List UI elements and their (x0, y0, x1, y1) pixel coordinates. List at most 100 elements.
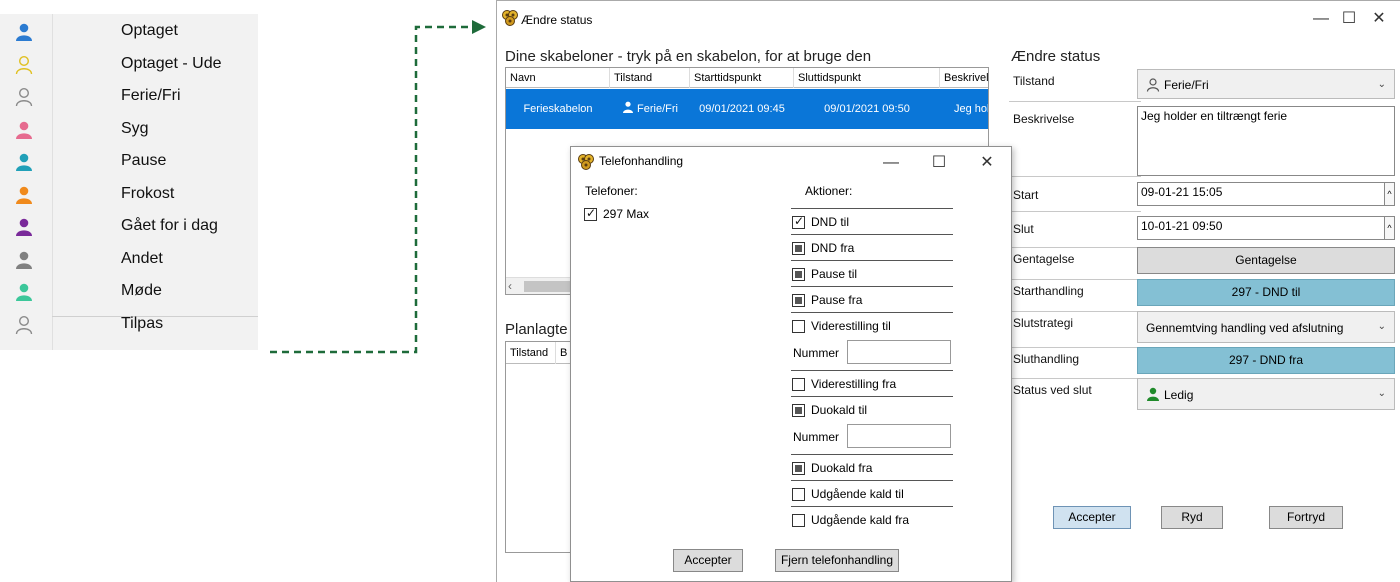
action-item[interactable]: Pause fra (791, 286, 953, 312)
phone-label: 297 Max (603, 207, 650, 221)
action-item[interactable]: Udgående kald til (791, 480, 953, 506)
column-header-tilstand[interactable]: Tilstand (610, 68, 690, 88)
menu-item-label: Tilpas (121, 314, 164, 332)
phone-item[interactable]: 297 Max (583, 206, 703, 224)
cancel-button[interactable]: Fortryd (1269, 506, 1343, 529)
menu-item[interactable]: Tilpas (0, 309, 258, 342)
action-checkbox[interactable] (792, 294, 805, 307)
action-item[interactable]: Pause til (791, 260, 953, 286)
scroll-left-icon[interactable]: ‹ (508, 278, 512, 294)
action-label: Duokald til (811, 403, 868, 417)
gentagelse-label: Gentagelse (1013, 252, 1075, 266)
clear-button[interactable]: Ryd (1161, 506, 1223, 529)
maximize-icon[interactable]: ☐ (923, 151, 955, 175)
minimize-icon[interactable]: — (875, 151, 907, 175)
action-item[interactable]: Viderestilling til (791, 312, 953, 338)
number-input[interactable] (847, 424, 951, 448)
close-icon[interactable]: ✕ (1363, 7, 1395, 31)
status-ved-slut-value: Ledig (1164, 388, 1194, 402)
action-item[interactable]: Viderestilling fra (791, 370, 953, 396)
column-header-sluttidspunkt[interactable]: Sluttidspunkt (794, 68, 940, 88)
action-checkbox[interactable] (792, 488, 805, 501)
menu-item[interactable]: Optaget (0, 16, 258, 49)
start-value: 09-01-21 15:05 (1141, 185, 1223, 199)
action-item[interactable]: DND fra (791, 234, 953, 260)
dialog-titlebar: Telefonhandling — ☐ ✕ (571, 147, 1011, 177)
cell-slut: 09/01/2021 09:50 (824, 103, 910, 115)
cell-tilstand-text: Ferie/Fri (637, 103, 678, 115)
action-item[interactable]: Udgående kald fra (791, 506, 953, 532)
menu-item-label: Frokost (121, 184, 175, 202)
action-checkbox[interactable] (792, 514, 805, 527)
menu-item[interactable]: Frokost (0, 179, 258, 212)
phone-checkbox[interactable] (584, 206, 597, 221)
action-item[interactable]: Duokald fra (791, 454, 953, 480)
starthandling-button[interactable]: 297 - DND til (1137, 279, 1395, 306)
number-input[interactable] (847, 340, 951, 364)
person-outline-icon (15, 315, 33, 334)
menu-item-label: Møde (121, 282, 162, 299)
phones-heading: Telefoner: (585, 184, 638, 198)
window-title: Ændre status (521, 13, 593, 27)
action-checkbox[interactable] (792, 462, 805, 475)
form-heading: Ændre status (1011, 48, 1101, 65)
person-icon (16, 251, 32, 269)
action-item[interactable]: DND til (791, 208, 953, 234)
action-item[interactable]: Duokald til (791, 396, 953, 422)
column-header-navn[interactable]: Navn (506, 68, 610, 88)
slut-label: Slut (1013, 222, 1034, 236)
app-logo-icon (502, 10, 518, 26)
gentagelse-button[interactable]: Gentagelse (1137, 247, 1395, 274)
close-icon[interactable]: ✕ (971, 151, 1003, 175)
cell-navn: Ferieskabelon (523, 103, 593, 115)
dialog-accept-button[interactable]: Accepter (673, 549, 743, 572)
accept-button[interactable]: Accepter (1053, 506, 1131, 529)
status-ved-slut-dropdown[interactable]: Ledig ⌄ (1137, 378, 1395, 410)
person-icon (16, 23, 32, 41)
chevron-down-icon: ⌄ (1377, 388, 1386, 399)
cell-tilstand: Ferie/Fri (610, 89, 690, 129)
remove-phone-action-button[interactable]: Fjern telefonhandling (775, 549, 899, 572)
menu-item[interactable]: Optaget - Ude (0, 49, 258, 82)
menu-item[interactable]: Pause (0, 146, 258, 179)
planned-heading: Planlagte (505, 321, 568, 338)
action-label: Pause til (811, 267, 858, 281)
column-header-beskrivelse[interactable]: Beskrivelse (940, 68, 988, 88)
status-menu: Optaget Optaget - Ude Ferie/Fri Syg Pause Fro… (0, 14, 258, 350)
action-checkbox[interactable] (792, 378, 805, 391)
action-label: Pause fra (811, 293, 863, 307)
form-separator (1009, 347, 1141, 348)
form-separator (1009, 101, 1141, 102)
spin-up-icon[interactable]: ^ (1384, 183, 1394, 205)
number-label: Nummer (793, 430, 840, 444)
person-icon (622, 101, 633, 113)
action-label: Viderestilling til (811, 319, 891, 333)
menu-item[interactable]: Møde (0, 276, 258, 309)
menu-item-label: Syg (121, 119, 149, 137)
column-header-tilstand[interactable]: Tilstand (506, 342, 556, 364)
action-label: Duokald fra (811, 461, 873, 475)
column-header-starttidspunkt[interactable]: Starttidspunkt (690, 68, 794, 88)
sluthandling-button[interactable]: 297 - DND fra (1137, 347, 1395, 374)
action-checkbox[interactable] (792, 320, 805, 333)
slut-field[interactable]: 10-01-21 09:50 ^ (1137, 216, 1395, 240)
start-field[interactable]: 09-01-21 15:05 ^ (1137, 182, 1395, 206)
action-checkbox[interactable] (792, 404, 805, 417)
tilstand-dropdown[interactable]: Ferie/Fri ⌄ (1137, 69, 1395, 99)
form-separator (1009, 378, 1141, 379)
slutstrategi-dropdown[interactable]: Gennemtving handling ved afslutning ⌄ (1137, 311, 1395, 343)
menu-item[interactable]: Gået for i dag (0, 211, 258, 244)
action-checkbox[interactable] (792, 268, 805, 281)
action-checkbox[interactable] (792, 242, 805, 255)
spin-up-icon[interactable]: ^ (1384, 217, 1394, 239)
menu-item-label: Ferie/Fri (121, 87, 181, 104)
beskrivelse-field[interactable]: Jeg holder en tiltrængt ferie (1137, 106, 1395, 176)
table-row[interactable]: Ferieskabelon Ferie/Fri 09/01/2021 09:45… (506, 89, 988, 129)
number-label: Nummer (793, 346, 840, 360)
maximize-icon[interactable]: ☐ (1333, 7, 1365, 31)
menu-item[interactable]: Ferie/Fri (0, 81, 258, 114)
action-checkbox[interactable] (792, 214, 805, 229)
menu-item[interactable]: Andet (0, 244, 258, 277)
menu-item[interactable]: Syg (0, 114, 258, 147)
person-icon (16, 153, 32, 171)
